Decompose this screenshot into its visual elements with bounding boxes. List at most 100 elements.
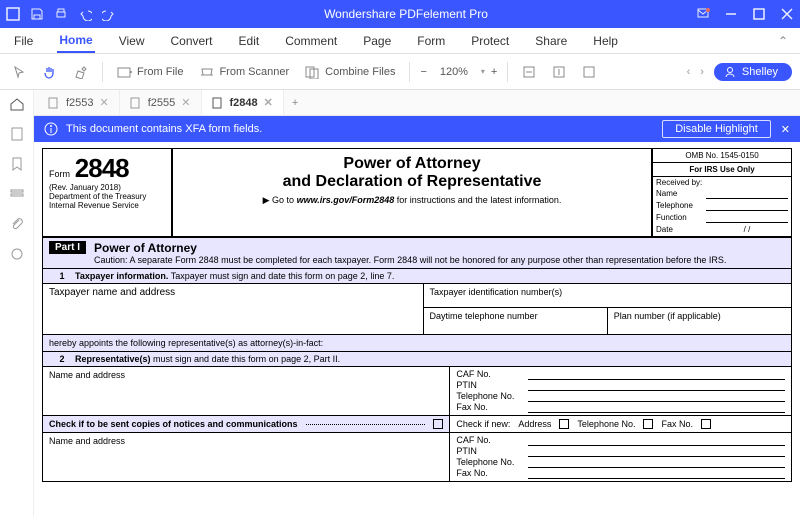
tab-f2848[interactable]: f2848 ✕	[202, 90, 284, 115]
tab-f2555[interactable]: f2555 ✕	[120, 90, 202, 115]
caf-label: CAF No.	[456, 369, 528, 380]
close-tab-icon[interactable]: ✕	[264, 96, 273, 109]
info-bar: This document contains XFA form fields. …	[34, 116, 800, 142]
part1-caution: Caution: A separate Form 2848 must be co…	[94, 255, 726, 265]
tab-label: f2553	[66, 97, 94, 109]
taxpayer-name-address-field[interactable]: Taxpayer name and address	[43, 284, 423, 334]
name-field[interactable]	[706, 189, 788, 199]
date-field[interactable]: / /	[706, 225, 788, 235]
app-logo-icon	[6, 7, 20, 21]
function-label: Function	[656, 213, 706, 223]
menu-file[interactable]: File	[12, 30, 35, 52]
menu-protect[interactable]: Protect	[469, 30, 511, 52]
check-sent-checkbox[interactable]	[433, 419, 443, 429]
menu-comment[interactable]: Comment	[283, 30, 339, 52]
menu-convert[interactable]: Convert	[168, 30, 214, 52]
tab-f2553[interactable]: f2553 ✕	[38, 90, 120, 115]
from-scanner-button[interactable]: From Scanner	[195, 63, 293, 81]
menubar: File Home View Convert Edit Comment Page…	[0, 28, 800, 54]
function-field[interactable]	[706, 213, 788, 223]
zoom-out-button[interactable]: −	[420, 66, 426, 78]
menu-form[interactable]: Form	[415, 30, 447, 52]
faxno-label: Fax No.	[456, 468, 528, 479]
plan-number-field[interactable]: Plan number (if applicable)	[607, 308, 791, 334]
next-page-icon[interactable]: ›	[700, 66, 704, 78]
attachment-icon[interactable]	[9, 216, 25, 232]
actual-size-button[interactable]	[578, 63, 600, 81]
rep-name-address-field-2[interactable]: Name and address	[43, 433, 449, 481]
new-tab-button[interactable]: +	[284, 97, 306, 109]
home-icon[interactable]	[9, 96, 25, 112]
daytime-phone-field[interactable]: Daytime telephone number	[424, 308, 607, 334]
taxpayer-id-field[interactable]: Taxpayer identification number(s)	[424, 284, 792, 308]
search-panel-icon[interactable]	[9, 186, 25, 202]
form-goto: ▶ Go to www.irs.gov/Form2848 for instruc…	[177, 195, 647, 206]
part1-title: Power of Attorney	[94, 241, 726, 255]
faxno-field-2[interactable]	[528, 468, 785, 479]
ptin-field-2[interactable]	[528, 446, 785, 457]
telephone-label2: Telephone No.	[577, 419, 635, 429]
telno-field[interactable]	[528, 391, 785, 402]
caf-field[interactable]	[528, 369, 785, 380]
telno-field-2[interactable]	[528, 457, 785, 468]
redo-icon[interactable]	[102, 7, 116, 21]
ptin-label: PTIN	[456, 446, 528, 457]
prev-page-icon[interactable]: ‹	[687, 66, 691, 78]
form-title-1: Power of Attorney	[177, 155, 647, 173]
from-file-button[interactable]: From File	[113, 63, 187, 81]
thumbnails-icon[interactable]	[9, 126, 25, 142]
zoom-value[interactable]: 120%	[433, 66, 475, 78]
menu-home[interactable]: Home	[57, 29, 94, 53]
select-tool[interactable]	[8, 63, 30, 81]
separator	[102, 62, 103, 82]
disable-highlight-button[interactable]: Disable Highlight	[662, 120, 771, 138]
menu-edit[interactable]: Edit	[237, 30, 262, 52]
telephone-checkbox[interactable]	[643, 419, 653, 429]
fit-page-button[interactable]	[548, 63, 570, 81]
hand-tool[interactable]	[38, 62, 62, 82]
close-infobar-icon[interactable]: ✕	[781, 123, 790, 136]
user-account-button[interactable]: Shelley	[714, 63, 792, 81]
menu-share[interactable]: Share	[533, 30, 569, 52]
info-icon	[44, 122, 58, 136]
taxpayer-id-label: Taxpayer identification number(s)	[430, 287, 563, 297]
goto-prefix: ▶ Go to	[263, 195, 297, 205]
print-icon[interactable]	[54, 7, 68, 21]
goto-url: www.irs.gov/Form2848	[297, 195, 395, 205]
notification-icon[interactable]	[696, 7, 710, 21]
bookmark-icon[interactable]	[9, 156, 25, 172]
ptin-field[interactable]	[528, 380, 785, 391]
combine-files-button[interactable]: Combine Files	[301, 63, 399, 81]
menu-page[interactable]: Page	[361, 30, 393, 52]
form-2848: Form 2848 (Rev. January 2018) Department…	[42, 148, 792, 482]
menu-help[interactable]: Help	[591, 30, 620, 52]
fax-label2: Fax No.	[661, 419, 693, 429]
telephone-field[interactable]	[706, 201, 788, 211]
minimize-icon[interactable]	[724, 7, 738, 21]
save-icon[interactable]	[30, 7, 44, 21]
daytime-phone-label: Daytime telephone number	[430, 311, 538, 321]
form-label: Form	[49, 169, 70, 179]
collapse-ribbon-icon[interactable]: ⌃	[778, 34, 788, 48]
comment-panel-icon[interactable]	[9, 246, 25, 262]
zoom-dropdown-icon[interactable]: ▾	[481, 67, 485, 76]
document-viewport[interactable]: Form 2848 (Rev. January 2018) Department…	[34, 142, 800, 516]
fax-checkbox[interactable]	[701, 419, 711, 429]
zoom-in-button[interactable]: +	[491, 66, 497, 78]
document-tabbar: f2553 ✕ f2555 ✕ f2848 ✕ +	[34, 90, 800, 116]
address-checkbox[interactable]	[559, 419, 569, 429]
rep-name-address-field-1[interactable]: Name and address	[43, 367, 449, 415]
close-icon[interactable]	[780, 7, 794, 21]
close-tab-icon[interactable]: ✕	[100, 96, 109, 109]
menu-view[interactable]: View	[117, 30, 147, 52]
rep-name-label: Name and address	[49, 370, 125, 380]
faxno-field[interactable]	[528, 402, 785, 413]
fit-width-button[interactable]	[518, 63, 540, 81]
undo-icon[interactable]	[78, 7, 92, 21]
section-1-text: Taxpayer information. Taxpayer informati…	[75, 271, 394, 281]
close-tab-icon[interactable]: ✕	[181, 96, 190, 109]
caf-field-2[interactable]	[528, 435, 785, 446]
maximize-icon[interactable]	[752, 7, 766, 21]
edit-tool[interactable]	[70, 63, 92, 81]
pdf-tab-icon	[212, 97, 224, 109]
